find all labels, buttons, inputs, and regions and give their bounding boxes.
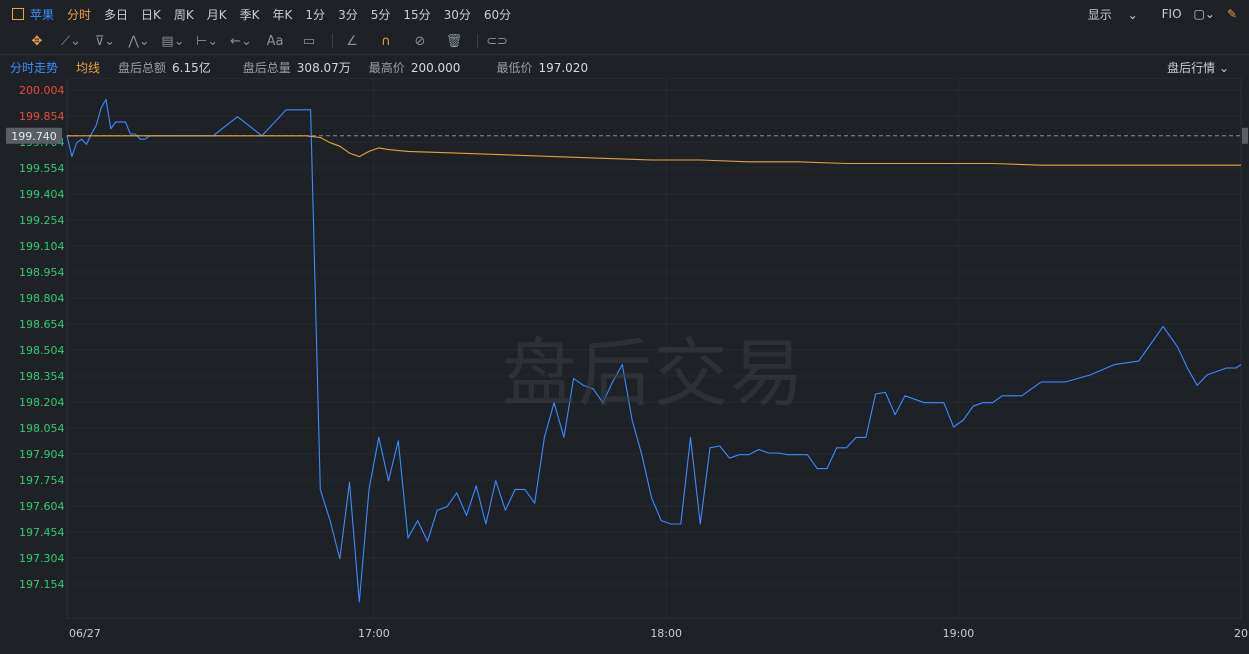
high-stat: 最高价 200.000 bbox=[369, 59, 461, 76]
tab-3min[interactable]: 3分 bbox=[338, 6, 358, 23]
avg-line-legend: 均线 bbox=[76, 60, 101, 75]
tab-30min[interactable]: 30分 bbox=[444, 6, 471, 23]
y-tick-label: 197.154 bbox=[19, 578, 65, 591]
trash-icon[interactable]: 🗑 bbox=[443, 32, 465, 50]
y-tick-label: 199.254 bbox=[19, 214, 65, 227]
hide-icon[interactable]: ⊘ bbox=[409, 32, 431, 50]
magnet-icon[interactable]: ∩ bbox=[375, 32, 397, 50]
y-tick-label: 197.304 bbox=[19, 552, 65, 565]
amount-label: 盘后总额 bbox=[118, 60, 167, 75]
amount-stat: 盘后总额 6.15亿 bbox=[118, 59, 211, 76]
y-tick-label: 198.804 bbox=[19, 292, 65, 305]
tab-intraday-trend[interactable]: 分时走势 bbox=[10, 59, 58, 76]
y-tick-label: 198.504 bbox=[19, 344, 65, 357]
avg-price-line bbox=[67, 135, 1241, 166]
toolbar-divider bbox=[477, 34, 478, 48]
y-tick-label: 197.454 bbox=[19, 526, 65, 539]
y-tick-label: 200.004 bbox=[19, 84, 65, 97]
x-tick-label: 18:00 bbox=[650, 627, 682, 640]
reference-price-label: 199.740 bbox=[11, 130, 57, 143]
high-label: 最高价 bbox=[368, 60, 405, 75]
volume-value: 308.07万 bbox=[296, 60, 351, 75]
symbol-name[interactable]: 苹果 bbox=[30, 6, 54, 23]
low-label: 最低价 bbox=[496, 60, 533, 75]
x-tick-label: 06/27 bbox=[69, 627, 101, 640]
right-price-marker bbox=[1242, 127, 1248, 144]
tab-monthly-k[interactable]: 月K bbox=[207, 6, 227, 23]
drawing-toolbar: ✥ ⟋⌄ ⊽⌄ ⋀⌄ ▤⌄ ⊢⌄ ←⌄ Aa ▭ ∠ ∩ ⊘ 🗑 ⊂⊃ bbox=[0, 28, 1249, 55]
toolbar-divider bbox=[332, 34, 333, 48]
layout-icon[interactable]: ▢⌄ bbox=[1194, 7, 1215, 21]
link-icon[interactable]: ⊂⊃ bbox=[486, 32, 508, 50]
after-hours-dropdown[interactable]: 盘后行情 ⌄ bbox=[1167, 59, 1229, 76]
y-tick-label: 197.604 bbox=[19, 500, 65, 513]
display-dropdown[interactable]: 显示 ⌄ bbox=[1088, 6, 1150, 23]
x-tick-label: 20 bbox=[1234, 627, 1248, 640]
tab-1min[interactable]: 1分 bbox=[305, 6, 325, 23]
chevron-down-icon: ⌄ bbox=[1218, 60, 1229, 75]
y-tick-label: 197.754 bbox=[19, 474, 65, 487]
fio-button[interactable]: FIO bbox=[1162, 7, 1182, 21]
x-tick-label: 19:00 bbox=[943, 627, 975, 640]
y-tick-label: 198.204 bbox=[19, 396, 65, 409]
y-tick-label: 198.654 bbox=[19, 318, 65, 331]
info-bar: 分时走势 均线 盘后总额 6.15亿 盘后总量 308.07万 最高价 200.000… bbox=[0, 56, 1249, 78]
y-tick-label: 199.854 bbox=[19, 110, 65, 123]
x-tick-label: 17:00 bbox=[358, 627, 390, 640]
y-tick-label: 199.554 bbox=[19, 162, 65, 175]
volume-label: 盘后总量 bbox=[242, 60, 291, 75]
arrow-tool-icon[interactable]: ←⌄ bbox=[230, 32, 252, 50]
toolbar-right: 显示 ⌄ FIO ▢⌄ ✎ bbox=[1088, 0, 1249, 28]
line-tool-icon[interactable]: ⟋⌄ bbox=[60, 32, 82, 50]
sidebar-toggle-icon[interactable] bbox=[12, 8, 24, 20]
note-tool-icon[interactable]: ▭ bbox=[298, 32, 320, 50]
move-tool-icon[interactable]: ✥ bbox=[26, 32, 48, 50]
y-tick-label: 198.054 bbox=[19, 422, 65, 435]
period-toolbar: 苹果 分时 多日 日K 周K 月K 季K 年K 1分 3分 5分 15分 30分… bbox=[0, 0, 1249, 29]
display-label: 显示 bbox=[1087, 7, 1112, 22]
volume-stat: 盘后总量 308.07万 bbox=[243, 59, 351, 76]
watermark: 盘后交易 bbox=[502, 331, 806, 417]
y-tick-label: 199.104 bbox=[19, 240, 65, 253]
tab-multiday[interactable]: 多日 bbox=[104, 6, 128, 23]
measure-tool-icon[interactable]: ⊢⌄ bbox=[196, 32, 218, 50]
polyline-tool-icon[interactable]: ⋀⌄ bbox=[128, 32, 150, 50]
text-tool-icon[interactable]: Aa bbox=[264, 32, 286, 50]
chevron-down-icon: ⌄ bbox=[1127, 7, 1138, 22]
tab-quarterly-k[interactable]: 季K bbox=[240, 6, 260, 23]
y-tick-label: 199.404 bbox=[19, 188, 65, 201]
tab-yearly-k[interactable]: 年K bbox=[273, 6, 293, 23]
tab-60min[interactable]: 60分 bbox=[484, 6, 511, 23]
tab-weekly-k[interactable]: 周K bbox=[174, 6, 194, 23]
channel-tool-icon[interactable]: ⊽⌄ bbox=[94, 32, 116, 50]
tab-5min[interactable]: 5分 bbox=[371, 6, 391, 23]
y-tick-label: 197.904 bbox=[19, 448, 65, 461]
pencil-icon[interactable]: ✎ bbox=[1227, 7, 1237, 21]
fib-tool-icon[interactable]: ▤⌄ bbox=[161, 32, 184, 50]
low-value: 197.020 bbox=[538, 60, 589, 75]
high-value: 200.000 bbox=[410, 60, 461, 75]
tab-15min[interactable]: 15分 bbox=[403, 6, 430, 23]
y-tick-label: 198.354 bbox=[19, 370, 65, 383]
low-stat: 最低价 197.020 bbox=[496, 59, 588, 76]
amount-value: 6.15亿 bbox=[172, 60, 211, 75]
tab-daily-k[interactable]: 日K bbox=[141, 6, 161, 23]
after-hours-label: 盘后行情 bbox=[1167, 60, 1216, 75]
y-tick-label: 198.954 bbox=[19, 266, 65, 279]
tab-intraday[interactable]: 分时 bbox=[67, 6, 91, 23]
ruler-tool-icon[interactable]: ∠ bbox=[341, 32, 363, 50]
